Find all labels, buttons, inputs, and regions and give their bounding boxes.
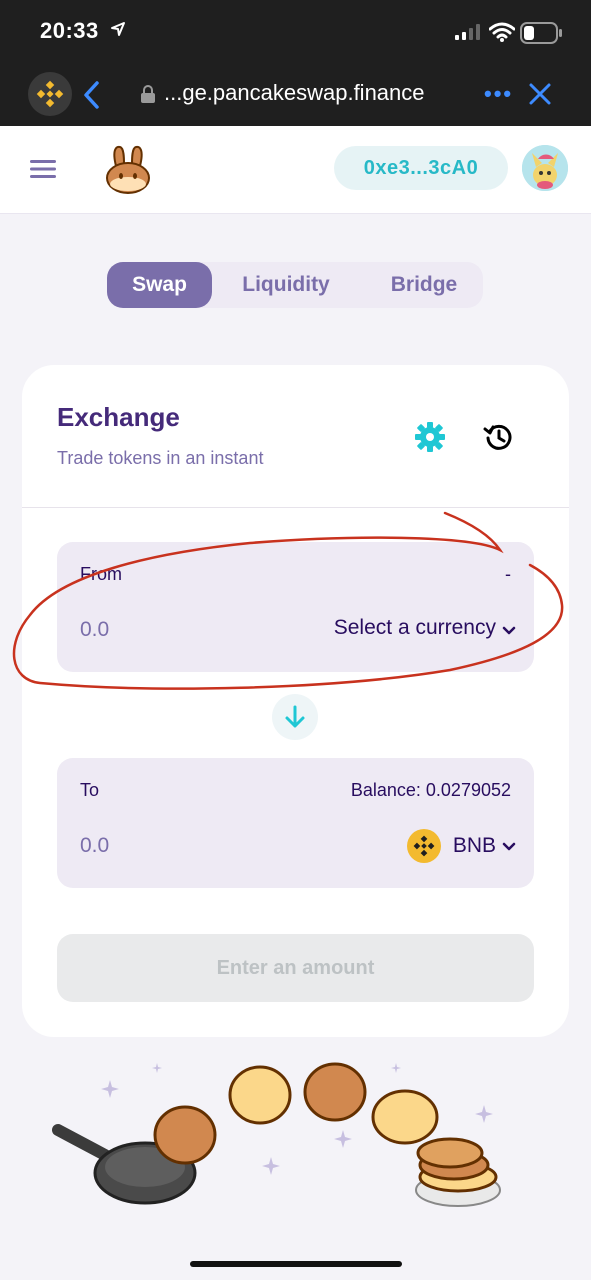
card-subtitle: Trade tokens in an instant [57,448,264,468]
to-label: To [80,780,100,800]
pancakes-illustration [52,1062,501,1207]
card-title: Exchange [57,402,180,432]
more-options-icon[interactable]: ••• [484,81,513,107]
switch-direction-button[interactable] [272,694,318,740]
swap-tabs: Swap Liquidity Bridge [107,262,483,308]
profile-avatar[interactable] [522,145,568,191]
lock-icon [141,85,155,103]
tab-liquidity[interactable]: Liquidity [224,262,348,308]
browser-bar: ...ge.pancakeswap.finance ••• [0,66,591,126]
token-symbol: BNB [452,834,496,857]
status-time: 20:33 [40,18,99,43]
bnb-token-icon [406,829,441,863]
enter-amount-button[interactable]: Enter an amount [57,934,534,1002]
to-panel: To Balance: 0.0279052 0.0 BNB [57,758,534,888]
home-indicator[interactable] [190,1261,402,1267]
arrow-down-icon [285,705,305,728]
battery-icon [520,22,562,44]
status-bar: 20:33 [0,0,591,66]
chevron-down-icon[interactable] [502,842,516,852]
exchange-card: Exchange Trade tokens in an instant From… [22,365,569,1037]
app-header: 0xe3...3cA0 [0,126,591,214]
menu-icon[interactable] [30,159,56,179]
url-text[interactable]: ...ge.pancakeswap.finance [164,80,425,106]
token-select-button[interactable]: BNB [406,829,496,863]
binance-logo-icon[interactable] [28,72,72,116]
wifi-icon [489,22,515,42]
back-chevron-icon[interactable] [82,80,102,110]
cellular-signal-icon [455,24,480,40]
red-circle-annotation [12,511,564,690]
to-amount-input[interactable]: 0.0 [80,834,109,858]
location-arrow-icon [111,22,125,36]
history-icon[interactable] [483,421,515,453]
settings-gear-icon[interactable] [414,421,446,453]
wallet-address-button[interactable]: 0xe3...3cA0 [334,146,508,190]
close-icon[interactable] [528,82,552,106]
tab-swap[interactable]: Swap [107,262,212,308]
to-balance: Balance: 0.0279052 [350,780,511,800]
pancakeswap-logo-icon[interactable] [102,144,154,196]
tab-bridge[interactable]: Bridge [369,262,479,308]
